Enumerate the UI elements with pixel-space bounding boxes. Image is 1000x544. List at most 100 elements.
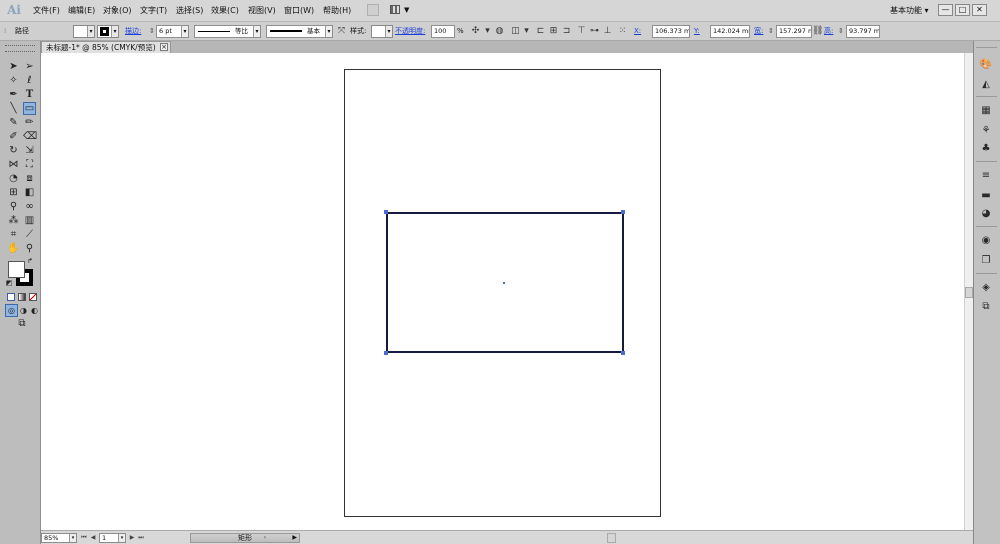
stepper-icon[interactable]: ⇕ [768, 25, 774, 38]
paintbrush-tool-icon[interactable]: ✎ [7, 116, 20, 129]
workspace-switcher[interactable]: 基本功能 ▾ [890, 5, 929, 16]
brushes-panel-icon[interactable]: ⚘ [977, 124, 995, 137]
gradient-tool-icon[interactable]: ◧ [23, 186, 36, 199]
scroll-left-icon[interactable]: ‹ [261, 533, 269, 543]
selection-handle-bottom-right[interactable] [621, 351, 625, 355]
selection-handle-top-right[interactable] [621, 210, 625, 214]
stroke-panel-icon[interactable]: ≡ [977, 169, 995, 182]
type-tool-icon[interactable]: T [23, 88, 36, 101]
close-button[interactable]: ✕ [972, 4, 987, 16]
selection-handle-top-left[interactable] [384, 210, 388, 214]
graphic-styles-panel-icon[interactable]: ❐ [977, 254, 995, 267]
constrain-proportions-icon[interactable]: ⛓ [812, 26, 823, 37]
close-icon[interactable]: × [160, 43, 168, 51]
width-input[interactable]: 157.297 mm [776, 25, 812, 38]
screen-mode-icon[interactable]: ⧉ [14, 317, 30, 330]
menu-type[interactable]: 文字(T) [140, 5, 167, 17]
rotate-tool-icon[interactable]: ↻ [7, 144, 20, 157]
perspective-grid-tool-icon[interactable]: ⧈ [23, 172, 36, 185]
opacity-label-link[interactable]: 不透明度: [395, 25, 425, 38]
menu-view[interactable]: 视图(V) [248, 5, 276, 17]
pen-tool-icon[interactable]: ✒ [7, 88, 20, 101]
align-left-icon[interactable]: ⊏ [535, 26, 546, 37]
stroke-weight-input[interactable]: 6 pt ▾ [156, 25, 189, 38]
y-label-link[interactable]: Y: [694, 25, 700, 38]
shape-builder-tool-icon[interactable]: ◔ [7, 172, 20, 185]
blend-tool-icon[interactable]: ∞ [23, 200, 36, 213]
selected-rectangle[interactable] [386, 212, 624, 353]
horizontal-scrollbar-thumb[interactable] [607, 533, 616, 543]
chevron-down-icon[interactable]: ▾ [482, 26, 493, 37]
direct-selection-tool-icon[interactable]: ➢ [23, 60, 36, 73]
lasso-tool-icon[interactable]: ℓ [23, 74, 36, 87]
line-segment-tool-icon[interactable]: ╲ [7, 102, 20, 115]
panel-grip[interactable] [5, 45, 35, 52]
minimize-button[interactable]: — [938, 4, 953, 16]
menu-object[interactable]: 对象(O) [103, 5, 132, 17]
width-label-link[interactable]: 宽: [754, 25, 763, 38]
free-transform-tool-icon[interactable]: ⛶ [23, 158, 36, 171]
opacity-input[interactable]: 100 [431, 25, 455, 38]
dock-grip[interactable] [976, 47, 997, 48]
brush-definition-select[interactable]: 基本 ▾ [266, 25, 333, 38]
first-artboard-icon[interactable]: ⏮ [80, 533, 88, 543]
zoom-select[interactable]: 85% ▾ [41, 533, 77, 543]
gradient-panel-icon[interactable]: ▬ [977, 189, 995, 202]
menu-window[interactable]: 窗口(W) [284, 5, 314, 17]
transform-options-icon[interactable]: ⁙ [617, 26, 628, 37]
magic-wand-tool-icon[interactable]: ✧ [7, 74, 20, 87]
height-label-link[interactable]: 高: [824, 25, 833, 38]
color-mode-icon[interactable] [7, 293, 15, 301]
stroke-color-selector[interactable]: ▾ [97, 25, 119, 38]
menu-help[interactable]: 帮助(H) [323, 5, 351, 17]
selection-tool-icon[interactable]: ➤ [7, 60, 20, 73]
fill-swatch[interactable] [8, 261, 25, 278]
blob-brush-tool-icon[interactable]: ✐ [7, 130, 20, 143]
width-tool-icon[interactable]: ⋈ [7, 158, 20, 171]
align-right-icon[interactable]: ⊐ [561, 26, 572, 37]
swatches-panel-icon[interactable]: ▦ [977, 104, 995, 117]
align-horizontal-center-icon[interactable]: ⊞ [548, 26, 559, 37]
default-fill-stroke-icon[interactable]: ◩ [5, 279, 13, 287]
color-guide-icon[interactable]: ◭ [977, 78, 995, 91]
symbol-sprayer-tool-icon[interactable]: ⁂ [7, 214, 20, 227]
none-mode-icon[interactable] [29, 293, 37, 301]
rectangle-tool-icon[interactable]: ▭ [23, 102, 36, 115]
slice-tool-icon[interactable]: ⟋ [23, 228, 36, 241]
menu-edit[interactable]: 编辑(E) [68, 5, 95, 17]
pencil-tool-icon[interactable]: ✏ [23, 116, 36, 129]
artboard-number-select[interactable]: 1 ▾ [99, 533, 126, 543]
restore-button[interactable]: □ [955, 4, 970, 16]
stroke-label-link[interactable]: 描边: [125, 25, 141, 38]
selection-handle-bottom-left[interactable] [384, 351, 388, 355]
chevron-down-icon[interactable]: ▾ [521, 26, 532, 37]
next-artboard-icon[interactable]: ▶ [128, 533, 136, 543]
variable-width-profile-select[interactable]: 等比 ▾ [194, 25, 261, 38]
style-options-icon[interactable]: ⤧ [336, 26, 347, 37]
y-position-input[interactable]: 142.024 mm [710, 25, 750, 38]
stepper-icon[interactable]: ⇕ [838, 25, 844, 38]
mesh-tool-icon[interactable]: ⊞ [7, 186, 20, 199]
last-artboard-icon[interactable]: ⏭ [137, 533, 145, 543]
zoom-tool-icon[interactable]: ⚲ [23, 242, 36, 255]
arrange-documents-button[interactable]: ▼ [390, 4, 412, 16]
x-label-link[interactable]: X: [634, 25, 641, 38]
artboard-tool-icon[interactable]: ⌗ [7, 228, 20, 241]
fill-color-selector[interactable]: ▾ [73, 25, 95, 38]
menu-file[interactable]: 文件(F) [33, 5, 60, 17]
gradient-mode-icon[interactable] [18, 293, 26, 301]
transparency-panel-icon[interactable]: ◕ [977, 207, 995, 220]
status-tool-indicator[interactable]: 矩形 ▶ [190, 533, 300, 543]
vertical-scrollbar-thumb[interactable] [965, 287, 973, 298]
stepper-icon[interactable]: ⇕ [149, 25, 155, 38]
align-vertical-center-icon[interactable]: ⊶ [589, 26, 600, 37]
height-input[interactable]: 93.797 mm [846, 25, 880, 38]
bridge-button[interactable] [367, 4, 379, 16]
recolor-artwork-icon[interactable]: ✣ [470, 26, 481, 37]
column-graph-tool-icon[interactable]: ▥ [23, 214, 36, 227]
artboards-panel-icon[interactable]: ⧉ [977, 300, 995, 313]
eyedropper-tool-icon[interactable]: ⚲ [7, 200, 20, 213]
symbols-panel-icon[interactable]: ♣ [977, 142, 995, 155]
layers-panel-icon[interactable]: ◈ [977, 281, 995, 294]
previous-artboard-icon[interactable]: ◀ [89, 533, 97, 543]
